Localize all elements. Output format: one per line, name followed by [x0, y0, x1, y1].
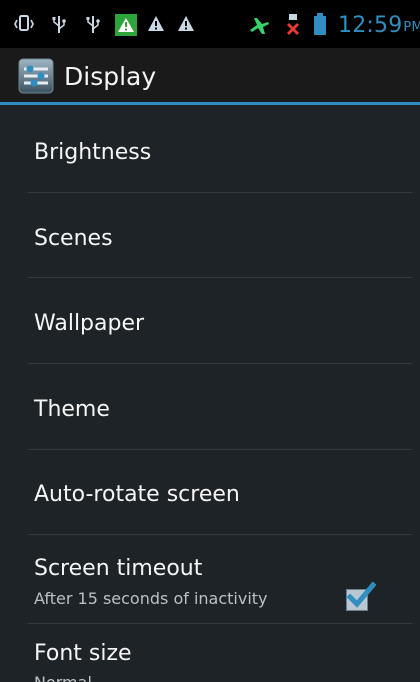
vibrate-icon: [14, 14, 34, 38]
settings-item-title: Auto-rotate screen: [34, 482, 240, 507]
settings-item-title: Theme: [34, 397, 110, 422]
status-bar: 12:59PM: [0, 0, 420, 48]
usb-icon: [84, 14, 102, 40]
settings-item-theme[interactable]: Theme: [0, 363, 420, 449]
action-bar-title: Display: [64, 62, 157, 91]
settings-item-auto-rotate[interactable]: Auto-rotate screen: [0, 449, 420, 534]
settings-item-subtitle: After 15 seconds of inactivity: [34, 589, 268, 608]
airplane-icon: [247, 14, 271, 40]
warning-triangle-icon: [146, 14, 166, 38]
settings-item-title: Scenes: [34, 226, 113, 251]
settings-item-screen-timeout[interactable]: Screen timeout After 15 seconds of inact…: [0, 534, 420, 623]
android-screen: 12:59PM Display Brightness Scenes Wallpa…: [0, 0, 420, 682]
settings-item-title: Font size: [34, 641, 132, 666]
settings-item-title: Brightness: [34, 140, 152, 165]
sim-card-icon: [283, 12, 303, 40]
settings-list: Brightness Scenes Wallpaper Theme Auto-r…: [0, 105, 420, 682]
settings-item-subtitle: Normal: [34, 673, 92, 682]
action-bar: [0, 48, 420, 102]
settings-sliders-icon[interactable]: [18, 58, 54, 94]
settings-item-title: Wallpaper: [34, 311, 145, 336]
clock-time: 12:59PM: [338, 13, 420, 38]
clock-ampm: PM: [403, 20, 420, 35]
settings-item-scenes[interactable]: Scenes: [0, 192, 420, 277]
settings-item-title: Screen timeout: [34, 556, 203, 581]
warning-triangle-icon: [176, 14, 196, 38]
settings-item-font-size[interactable]: Font size Normal: [0, 623, 420, 682]
clock-time-value: 12:59: [338, 13, 403, 38]
settings-item-wallpaper[interactable]: Wallpaper: [0, 277, 420, 363]
battery-icon: [312, 12, 328, 40]
settings-item-brightness[interactable]: Brightness: [0, 105, 420, 192]
warning-triangle-highlight-icon: [115, 14, 137, 40]
usb-icon: [50, 14, 68, 40]
